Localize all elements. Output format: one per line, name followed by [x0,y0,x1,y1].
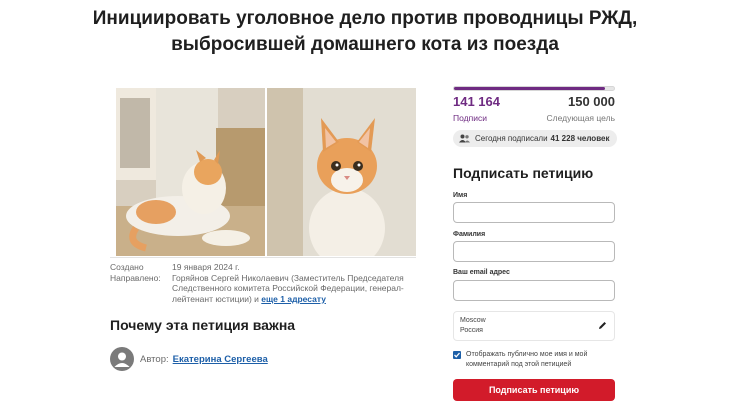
created-label: Создано [110,262,144,272]
pencil-icon[interactable] [598,321,607,334]
signature-progress-bar [453,86,615,91]
location-city: Moscow [460,317,486,324]
today-signed-count: 41 228 человек [550,134,610,143]
petition-photos [116,88,416,256]
avatar [110,347,134,371]
first-name-field[interactable] [453,202,615,223]
author-name-link[interactable]: Екатерина Сергеева [173,354,268,365]
signature-goal: 150 000 [568,94,615,109]
petition-meta: Создано 19 января 2024 г. Направлено: Го… [110,262,412,304]
more-recipients-link[interactable]: еще 1 адресату [261,294,326,304]
email-label: Ваш email адрес [453,269,510,276]
author-line: Автор: Екатерина Сергеева [110,347,268,371]
signature-count: 141 164 [453,94,500,109]
created-date: 19 января 2024 г. [172,262,240,272]
author-label: Автор: [140,353,169,365]
location-country: Россия [460,327,483,334]
check-icon [454,352,460,358]
today-signed-badge: Сегодня подписали 41 228 человек [453,130,618,147]
user-icon [114,352,130,367]
signature-goal-label: Следующая цель [546,113,615,123]
consent-checkbox[interactable] [453,351,461,359]
email-field[interactable] [453,280,615,301]
directed-label: Направлено: [110,272,161,283]
signature-count-label: Подписи [453,113,487,123]
sign-form-heading: Подписать петицию [453,165,594,181]
cat-lying-icon [116,88,265,256]
cat-sitting-icon [267,88,416,256]
today-signed-text: Сегодня подписали [475,134,548,143]
directed-value: Горяйнов Сергей Николаевич (Заместитель … [172,273,412,305]
cat-lying-photo [116,88,265,256]
last-name-field[interactable] [453,241,615,262]
created-row: Создано 19 января 2024 г. [110,262,412,273]
cat-sitting-photo [267,88,416,256]
sign-petition-button[interactable]: Подписать петицию [453,379,615,401]
petition-title: Инициировать уголовное дело против прово… [92,8,638,55]
last-name-label: Фамилия [453,231,486,238]
first-name-label: Имя [453,192,468,199]
consent-option[interactable]: Отображать публично мое имя и мой коммен… [453,350,615,370]
signature-progress-fill [454,87,605,90]
why-heading: Почему эта петиция важна [110,317,296,333]
consent-text: Отображать публично мое имя и мой коммен… [466,351,588,368]
directed-row: Направлено: Горяйнов Сергей Николаевич (… [110,273,412,305]
photo-divider [110,257,416,258]
location-field[interactable]: Moscow Россия [453,311,615,341]
people-icon [459,134,470,143]
